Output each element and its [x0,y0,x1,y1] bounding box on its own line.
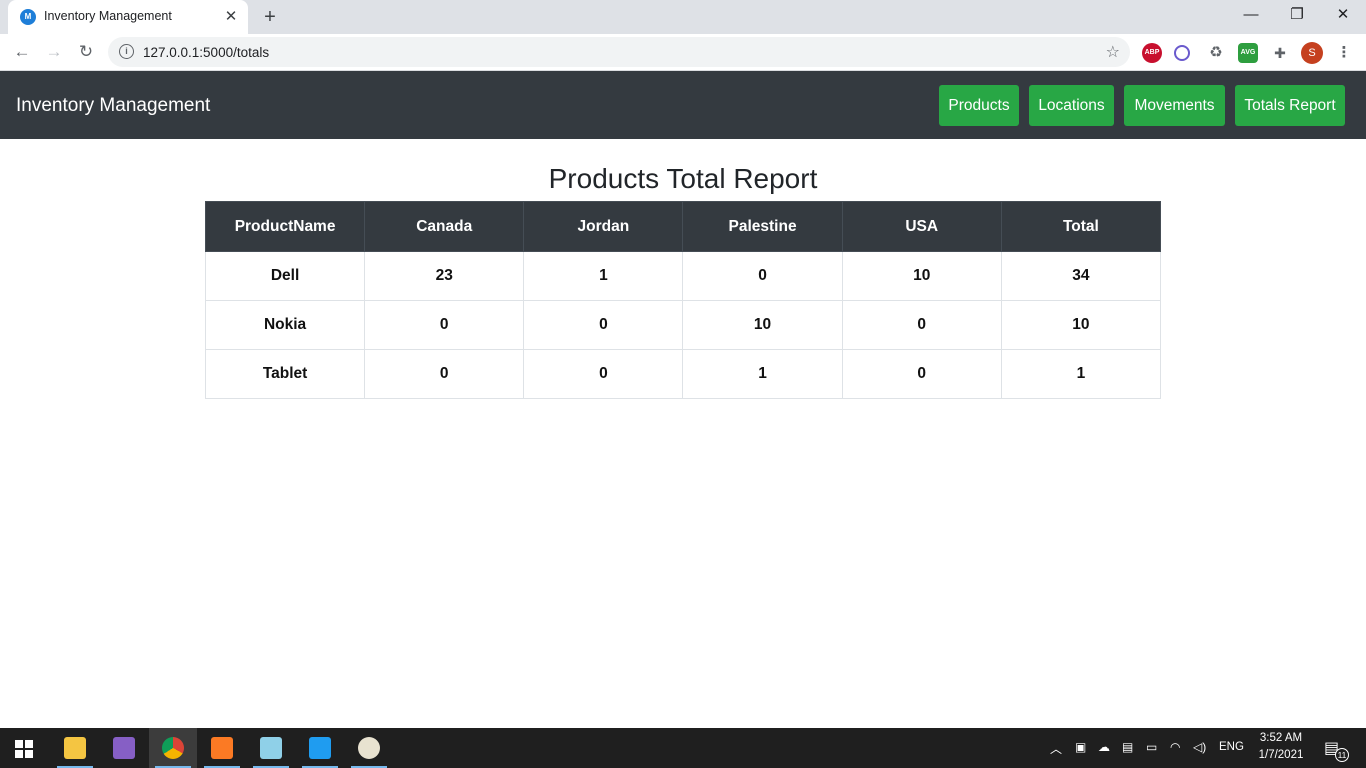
display-icon[interactable]: ▤ [1122,740,1133,754]
wifi-icon[interactable]: ◠ [1170,740,1180,754]
nav-locations-button[interactable]: Locations [1029,85,1114,126]
table-cell: 1 [1000,349,1162,399]
column-header: ProductName [204,201,366,252]
table-row: Nokia 0 0 10 0 10 [204,300,1162,350]
forward-icon[interactable]: → [41,39,67,65]
table-cell: 34 [1000,251,1162,301]
battery-icon[interactable]: ▭ [1146,740,1157,754]
column-header: Jordan [523,201,684,252]
back-icon[interactable]: ← [9,39,35,65]
table-cell: Tablet [204,349,366,399]
windows-taskbar: ︿ ▣ ☁ ▤ ▭ ◠ ◁) ENG 3:52 AM 1/7/2021 ▤ 11 [0,728,1366,768]
column-header: Total [1000,201,1162,252]
language-indicator[interactable]: ENG [1219,741,1244,753]
browser-menu-icon[interactable]: ⋮ [1336,42,1352,64]
table-cell: 0 [364,300,525,350]
notification-count-badge: 11 [1335,748,1349,762]
reload-icon[interactable]: ↻ [73,39,99,65]
tab-title: Inventory Management [44,9,172,23]
table-cell: 0 [682,251,843,301]
extensions-puzzle-icon[interactable]: ✚ [1270,43,1290,63]
column-header: Canada [364,201,525,252]
table-cell: Dell [204,251,366,301]
column-header: Palestine [682,201,843,252]
url-text[interactable]: 127.0.0.1:5000/totals [143,45,269,60]
recycle-extension-icon[interactable]: ♻ [1206,43,1226,63]
nav-movements-button[interactable]: Movements [1124,85,1225,126]
file-explorer-taskbar-icon[interactable] [51,728,99,768]
show-hidden-icons-icon[interactable]: ︿ [1050,740,1062,757]
close-window-icon[interactable]: ✕ [1320,0,1366,30]
onedrive-cloud-icon[interactable]: ☁ [1098,740,1110,754]
nav-products-button[interactable]: Products [939,85,1019,126]
extension-circle-icon[interactable] [1174,45,1190,61]
address-bar[interactable]: i 127.0.0.1:5000/totals ☆ [108,37,1130,67]
tab-close-icon[interactable]: ✕ [222,8,240,26]
adblock-extension-icon[interactable]: ABP [1142,43,1162,63]
minimize-icon[interactable]: — [1228,0,1274,30]
nav-totals-report-button[interactable]: Totals Report [1235,85,1345,126]
table-cell: 0 [523,349,684,399]
page-title: Products Total Report [548,163,818,194]
meet-now-icon[interactable]: ▣ [1075,740,1086,754]
volume-icon[interactable]: ◁) [1193,740,1206,754]
table-cell: 10 [682,300,843,350]
table-cell: 10 [841,251,1002,301]
windows-start-icon[interactable] [15,740,33,758]
table-cell: 0 [841,349,1002,399]
clock-date[interactable]: 1/7/2021 [1257,749,1305,761]
notepad-taskbar-icon[interactable] [247,728,295,768]
table-cell: 1 [523,251,684,301]
bookmark-star-icon[interactable]: ☆ [1106,42,1120,62]
new-tab-icon[interactable]: + [258,5,282,29]
restore-icon[interactable]: ❐ [1274,0,1320,30]
table-cell: 0 [841,300,1002,350]
app-brand[interactable]: Inventory Management [16,95,210,117]
avg-extension-icon[interactable]: AVG [1238,43,1258,63]
table-cell: 10 [1000,300,1162,350]
table-cell: Nokia [204,300,366,350]
vscode-taskbar-icon[interactable] [296,728,344,768]
totals-table: ProductName Canada Jordan Palestine USA … [204,201,1162,399]
site-info-icon[interactable]: i [119,44,134,59]
table-row: Tablet 0 0 1 0 1 [204,349,1162,399]
browser-toolbar: ← → ↻ i 127.0.0.1:5000/totals ☆ ABP ♻ AV… [0,34,1366,71]
table-header-row: ProductName Canada Jordan Palestine USA … [204,201,1162,252]
chrome-taskbar-icon[interactable] [149,728,197,768]
site-favicon-icon: M [20,9,36,25]
visual-studio-taskbar-icon[interactable] [100,728,148,768]
profile-avatar[interactable]: S [1301,42,1323,64]
column-header: USA [841,201,1002,252]
browser-tab-strip: M Inventory Management ✕ + — ❐ ✕ [0,0,1366,34]
table-cell: 1 [682,349,843,399]
app-navbar: Inventory Management Products Locations … [0,71,1366,139]
paint-taskbar-icon[interactable] [345,728,393,768]
browser-tab[interactable]: M Inventory Management ✕ [8,0,248,34]
table-row: Dell 23 1 0 10 34 [204,251,1162,301]
table-cell: 0 [523,300,684,350]
xampp-taskbar-icon[interactable] [198,728,246,768]
table-cell: 23 [364,251,525,301]
clock-time[interactable]: 3:52 AM [1257,732,1305,744]
table-cell: 0 [364,349,525,399]
